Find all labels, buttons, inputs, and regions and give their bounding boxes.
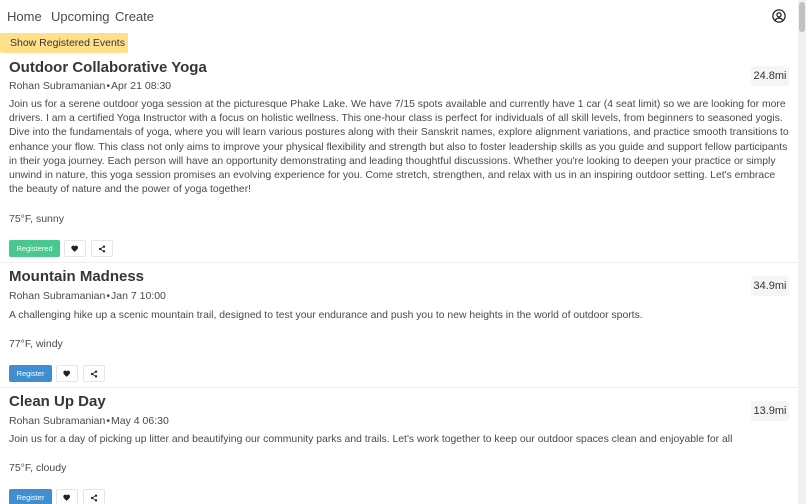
favorite-button[interactable] (56, 489, 78, 504)
meta-separator: • (106, 290, 111, 302)
distance-badge: 24.8mi (751, 66, 789, 86)
registered-button[interactable]: Registered (9, 240, 60, 257)
event-meta: Rohan Subramanian•Apr 21 08:30 (9, 80, 171, 92)
meta-separator: • (106, 415, 111, 427)
share-icon (90, 370, 98, 378)
event-description: Join us for a serene outdoor yoga sessio… (9, 99, 789, 196)
event-datetime: Jan 7 10:00 (111, 290, 166, 302)
event-description: A challenging hike up a scenic mountain … (9, 310, 643, 321)
event-meta: Rohan Subramanian•May 4 06:30 (9, 415, 169, 427)
event-title[interactable]: Outdoor Collaborative Yoga (9, 59, 207, 76)
event-card: Mountain Madness Rohan Subramanian•Jan 7… (0, 264, 798, 388)
show-registered-events-button[interactable]: Show Registered Events (0, 33, 128, 53)
event-card: Clean Up Day Rohan Subramanian•May 4 06:… (0, 389, 798, 504)
event-organizer: Rohan Subramanian (9, 80, 106, 92)
favorite-button[interactable] (64, 240, 86, 257)
share-button[interactable] (91, 240, 113, 257)
nav-upcoming[interactable]: Upcoming (51, 9, 110, 24)
distance-badge: 34.9mi (751, 276, 789, 296)
nav-create[interactable]: Create (115, 9, 154, 24)
account-circle-icon[interactable] (772, 9, 786, 23)
event-datetime: Apr 21 08:30 (111, 80, 172, 92)
favorite-button[interactable] (56, 365, 78, 382)
event-organizer: Rohan Subramanian (9, 415, 106, 427)
nav-home[interactable]: Home (7, 9, 42, 24)
scrollbar-thumb[interactable] (799, 2, 805, 32)
page-scrollbar[interactable] (798, 0, 806, 504)
event-title[interactable]: Mountain Madness (9, 268, 144, 285)
event-card: Outdoor Collaborative Yoga Rohan Subrama… (0, 54, 798, 263)
heart-icon (63, 494, 70, 502)
share-button[interactable] (83, 489, 105, 504)
event-weather: 77°F, windy (9, 338, 63, 350)
event-datetime: May 4 06:30 (111, 415, 169, 427)
share-icon (90, 494, 98, 502)
event-meta: Rohan Subramanian•Jan 7 10:00 (9, 290, 166, 302)
distance-badge: 13.9mi (751, 401, 789, 421)
meta-separator: • (106, 80, 111, 92)
event-weather: 75°F, sunny (9, 213, 64, 225)
navbar: Home Upcoming Create (0, 0, 798, 32)
register-button[interactable]: Register (9, 365, 52, 382)
register-button[interactable]: Register (9, 489, 52, 504)
event-organizer: Rohan Subramanian (9, 290, 106, 302)
heart-icon (63, 370, 70, 378)
heart-icon (71, 245, 78, 253)
share-button[interactable] (83, 365, 105, 382)
event-weather: 75°F, cloudy (9, 462, 67, 474)
event-title[interactable]: Clean Up Day (9, 393, 106, 410)
share-icon (98, 245, 106, 253)
event-description: Join us for a day of picking up litter a… (9, 434, 733, 445)
